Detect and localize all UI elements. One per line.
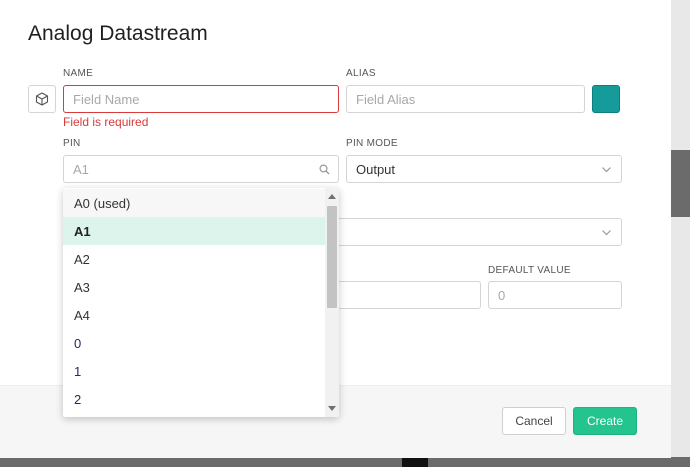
search-icon (319, 164, 330, 175)
pin-option[interactable]: 0 (63, 329, 325, 357)
default-value-text: 0 (498, 287, 506, 303)
scroll-up-arrow-icon[interactable] (328, 194, 336, 199)
cube-icon (35, 92, 49, 106)
alias-label: ALIAS (346, 68, 376, 79)
name-label: NAME (63, 68, 94, 79)
dropdown-scrollbar[interactable] (325, 188, 339, 417)
pin-option[interactable]: 2 (63, 385, 325, 413)
chevron-down-icon (602, 230, 611, 236)
name-field[interactable]: Field Name (63, 85, 339, 113)
pin-option[interactable]: A2 (63, 245, 325, 273)
pin-select[interactable]: A1 (63, 155, 339, 183)
scrollbar-thumb[interactable] (327, 206, 337, 308)
color-picker-button[interactable] (592, 85, 620, 113)
alias-field[interactable]: Field Alias (346, 85, 585, 113)
analog-datastream-modal: Analog Datastream NAME Field Name Field … (0, 0, 671, 458)
pin-select-value: A1 (73, 161, 89, 177)
pin-option-selected[interactable]: A1 (63, 217, 325, 245)
pin-dropdown-menu: A0 (used) A1 A2 A3 A4 0 1 2 (63, 188, 339, 417)
alias-placeholder: Field Alias (356, 91, 416, 107)
pin-option[interactable]: A3 (63, 273, 325, 301)
chevron-down-icon (602, 167, 611, 173)
background-page-strip (670, 0, 690, 150)
cancel-button[interactable]: Cancel (502, 407, 566, 435)
pin-mode-label: PIN MODE (346, 138, 398, 149)
hidden-input-field[interactable] (330, 281, 481, 309)
background-page-element (402, 458, 428, 467)
pin-label: PIN (63, 138, 81, 149)
pin-option[interactable]: A0 (used) (63, 189, 325, 217)
name-error-message: Field is required (63, 115, 149, 129)
background-page-strip (670, 217, 690, 457)
default-value-label: DEFAULT VALUE (488, 265, 571, 276)
scroll-down-arrow-icon[interactable] (328, 406, 336, 411)
create-button[interactable]: Create (573, 407, 637, 435)
pin-mode-value: Output (356, 161, 396, 177)
datastream-icon-button[interactable] (28, 85, 56, 113)
modal-title: Analog Datastream (28, 22, 208, 45)
hidden-select-field[interactable] (330, 218, 622, 246)
pin-option[interactable]: 1 (63, 357, 325, 385)
default-value-input[interactable]: 0 (488, 281, 622, 309)
name-placeholder: Field Name (73, 91, 140, 107)
pin-mode-select[interactable]: Output (346, 155, 622, 183)
pin-option[interactable]: A4 (63, 301, 325, 329)
